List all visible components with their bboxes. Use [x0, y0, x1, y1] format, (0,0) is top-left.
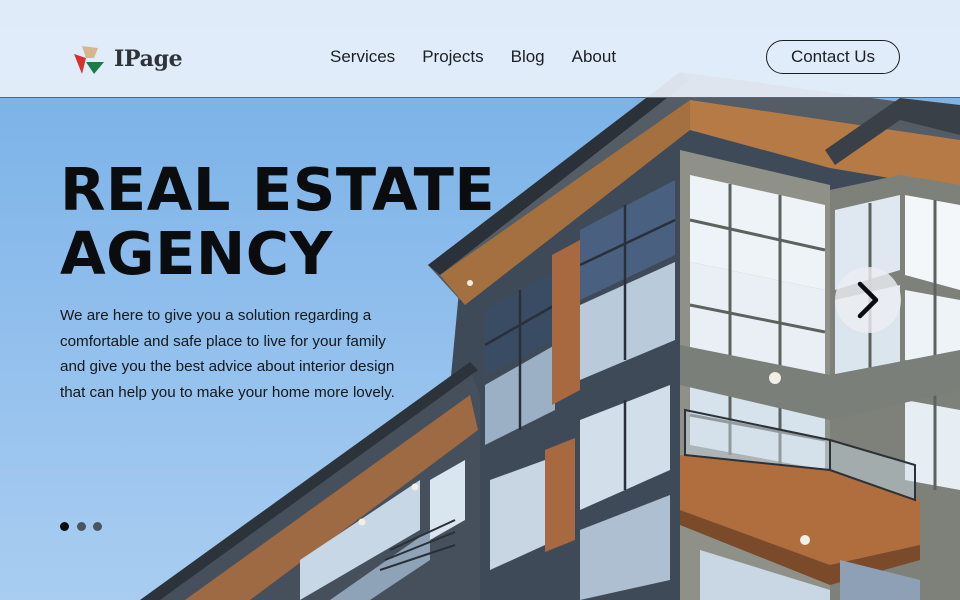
hero-title-line-2: AGENCY: [60, 219, 333, 288]
hero-description: We are here to give you a solution regar…: [60, 307, 395, 401]
carousel-next-button[interactable]: [835, 267, 901, 333]
nav-item-blog[interactable]: Blog: [511, 46, 545, 68]
carousel-dot-3[interactable]: [93, 522, 102, 531]
contact-us-button[interactable]: Contact Us: [766, 40, 900, 74]
main-nav: Services Projects Blog About: [330, 46, 643, 68]
carousel-dot-2[interactable]: [76, 522, 86, 531]
hero-title: REAL ESTATE AGENCY: [60, 158, 495, 286]
carousel-dots: [60, 522, 110, 531]
logo-icon: [74, 46, 104, 74]
brand-name: IPage: [114, 46, 183, 72]
nav-item-projects[interactable]: Projects: [422, 46, 483, 68]
navbar: IPage Services Projects Blog About Conta…: [0, 0, 960, 98]
nav-item-about[interactable]: About: [572, 46, 616, 68]
carousel-dot-1[interactable]: [60, 522, 69, 531]
hero-title-line-1: REAL ESTATE: [60, 155, 496, 224]
chevron-right-icon: [857, 281, 879, 319]
nav-item-services[interactable]: Services: [330, 46, 395, 68]
brand-logo[interactable]: IPage: [72, 42, 183, 76]
